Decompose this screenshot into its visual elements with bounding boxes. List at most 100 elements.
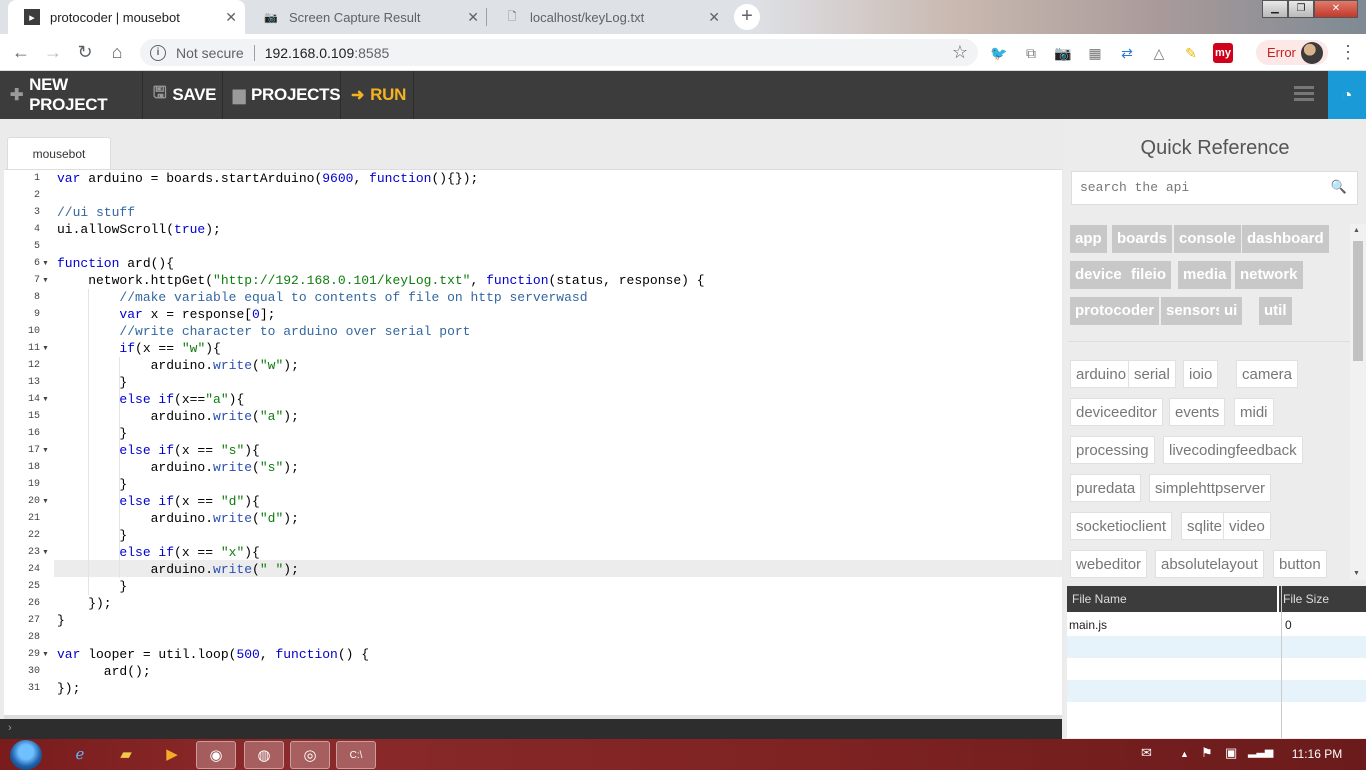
api-tag-midi[interactable]: midi	[1234, 398, 1274, 426]
info-icon[interactable]: i	[150, 44, 166, 61]
fold-arrow-icon[interactable]: ▼	[42, 646, 49, 663]
close-tab-icon[interactable]: ✕	[708, 9, 720, 26]
api-tag-socketioclient[interactable]: socketioclient	[1070, 512, 1173, 540]
fold-arrow-icon[interactable]: ▼	[42, 255, 49, 272]
api-tag-dashboard[interactable]: dashboard	[1242, 225, 1329, 253]
chrome-icon[interactable]: ◉	[196, 741, 236, 769]
dashboard-button[interactable]: ◔	[1328, 71, 1366, 119]
api-tag-absolutelayout[interactable]: absolutelayout	[1155, 550, 1264, 578]
network-signal-icon[interactable]: ▂▃▅	[1248, 745, 1273, 758]
code-editor[interactable]: 1 2 3 4 5 6 ▼ 7 ▼ 8 9 10 11 ▼ 12 13 14 ▼ 15 16 17 ▼ 18 19 20 ▼ 21 2…	[4, 169, 1062, 715]
new-project-button[interactable]: ✚ NEW PROJECT	[0, 71, 143, 119]
api-tag-sqlite[interactable]: sqlite	[1181, 512, 1229, 540]
api-tag-button[interactable]: button	[1273, 550, 1327, 578]
api-tag-protocoder[interactable]: protocoder	[1070, 297, 1160, 325]
close-window-button[interactable]: ✕	[1314, 0, 1358, 18]
api-search-input[interactable]: search the api 🔍	[1071, 171, 1358, 205]
taskbar-clock[interactable]: 11:16 PM	[1282, 739, 1352, 770]
api-tag-boards[interactable]: boards	[1112, 225, 1173, 253]
api-tag-network[interactable]: network	[1235, 261, 1303, 289]
api-tag-livecodingfeedback[interactable]: livecodingfeedback	[1163, 436, 1303, 464]
table-row[interactable]: main.js 0	[1067, 614, 1366, 636]
run-button[interactable]: ➜ RUN	[341, 71, 414, 119]
file-tab-mousebot[interactable]: mousebot	[7, 137, 111, 170]
line-number: 19	[27, 479, 40, 490]
api-tag-console[interactable]: console	[1174, 225, 1241, 253]
list-view-icon[interactable]	[1294, 86, 1314, 102]
flag-icon[interactable]: ⚑	[1201, 745, 1213, 761]
fold-arrow-icon[interactable]: ▼	[42, 544, 49, 561]
drive-extension-icon[interactable]: △	[1149, 43, 1169, 63]
api-tag-webeditor[interactable]: webeditor	[1070, 550, 1148, 578]
save-button[interactable]: 🖫 SAVE	[143, 71, 223, 119]
api-tag-puredata[interactable]: puredata	[1070, 474, 1142, 502]
browser-tab-keylog[interactable]: 🗋 localhost/keyLog.txt ✕	[488, 0, 728, 34]
column-header-file-size[interactable]: File Size	[1283, 586, 1329, 612]
browser-tab-protocoder[interactable]: ▸ protocoder | mousebot ✕	[8, 0, 245, 34]
maximize-window-button[interactable]: ❐	[1288, 0, 1314, 18]
code-text[interactable]: var arduino = boards.startArduino(9600, …	[57, 170, 1062, 715]
reference-vertical-scrollbar[interactable]: ▲ ▼	[1350, 224, 1366, 580]
action-center-icon[interactable]: ✉	[1141, 745, 1152, 761]
highlighter-extension-icon[interactable]: ✎	[1181, 43, 1201, 63]
api-tag-events[interactable]: events	[1169, 398, 1226, 426]
code-line: else if(x == "d"){	[119, 494, 260, 509]
close-tab-icon[interactable]: ✕	[467, 9, 479, 26]
line-number: 20	[27, 496, 40, 507]
api-tag-camera[interactable]: camera	[1236, 360, 1299, 388]
browser-tab-screen-capture[interactable]: 📷 Screen Capture Result ✕	[247, 0, 487, 34]
scroll-up-icon[interactable]: ▲	[1353, 227, 1360, 234]
home-button[interactable]: ⌂	[105, 40, 129, 64]
column-header-file-name[interactable]: File Name	[1072, 586, 1127, 612]
api-tag-app[interactable]: app	[1070, 225, 1107, 253]
camera-extension-icon[interactable]: 📷	[1053, 43, 1073, 63]
fold-arrow-icon[interactable]: ▼	[42, 340, 49, 357]
translate-extension-icon[interactable]: ⇄	[1117, 43, 1137, 63]
api-tag-serial[interactable]: serial	[1128, 360, 1176, 388]
api-tag-device[interactable]: device	[1070, 261, 1127, 289]
search-app-icon[interactable]: ◎	[290, 741, 330, 769]
back-button[interactable]: ←	[9, 40, 33, 64]
minimize-window-button[interactable]: ▁	[1262, 0, 1288, 18]
api-tag-media[interactable]: media	[1178, 261, 1232, 289]
reload-button[interactable]: ↻	[73, 40, 97, 64]
fold-arrow-icon[interactable]: ▼	[42, 391, 49, 408]
api-tag-video[interactable]: video	[1223, 512, 1271, 540]
address-bar[interactable]: i Not secure 192.168.0.109:8585 ☆	[140, 39, 978, 66]
code-line: network.httpGet("http://192.168.0.101/ke…	[57, 273, 705, 288]
start-button[interactable]	[10, 740, 42, 770]
api-tag-ui[interactable]: ui	[1219, 297, 1243, 325]
scrollbar-thumb[interactable]	[1353, 241, 1363, 361]
file-explorer-icon[interactable]: ▰	[106, 741, 146, 769]
scroll-down-icon[interactable]: ▼	[1353, 570, 1360, 577]
fold-arrow-icon[interactable]: ▼	[42, 272, 49, 289]
copy-extension-icon[interactable]: ⧉	[1021, 43, 1041, 63]
api-tag-util[interactable]: util	[1259, 297, 1292, 325]
my-extension-icon[interactable]: my	[1213, 43, 1233, 63]
twitter-extension-icon[interactable]: 🐦	[989, 43, 1009, 63]
fold-arrow-icon[interactable]: ▼	[42, 493, 49, 510]
device-icon[interactable]: ▣	[1225, 745, 1237, 761]
api-tag-simplehttpserver[interactable]: simplehttpserver	[1149, 474, 1272, 502]
browser-menu-icon[interactable]: ⋮	[1338, 42, 1358, 63]
show-hidden-icons-icon[interactable]: ▲	[1180, 749, 1189, 759]
internet-explorer-icon[interactable]: ℯ	[60, 741, 100, 769]
fold-arrow-icon[interactable]: ▼	[42, 442, 49, 459]
command-prompt-icon[interactable]: C:\	[336, 741, 376, 769]
profile-avatar[interactable]	[1301, 42, 1323, 64]
close-tab-icon[interactable]: ✕	[225, 9, 237, 26]
api-tag-arduino[interactable]: arduino	[1070, 360, 1133, 388]
app-window-icon[interactable]: ◍	[244, 741, 284, 769]
search-icon[interactable]: 🔍	[1331, 172, 1347, 204]
projects-button[interactable]: ▆ PROJECTS	[223, 71, 341, 119]
forward-button[interactable]: →	[41, 40, 65, 64]
screenshot-extension-icon[interactable]: ▦	[1085, 43, 1105, 63]
media-player-icon[interactable]: ▶	[152, 741, 192, 769]
api-tag-ioio[interactable]: ioio	[1183, 360, 1219, 388]
console-bar[interactable]: ›	[0, 719, 1062, 739]
bookmark-star-icon[interactable]: ☆	[952, 42, 968, 63]
api-tag-deviceeditor[interactable]: deviceeditor	[1070, 398, 1163, 426]
api-tag-fileio[interactable]: fileio	[1126, 261, 1172, 289]
new-tab-button[interactable]: +	[734, 4, 760, 30]
api-tag-processing[interactable]: processing	[1070, 436, 1155, 464]
